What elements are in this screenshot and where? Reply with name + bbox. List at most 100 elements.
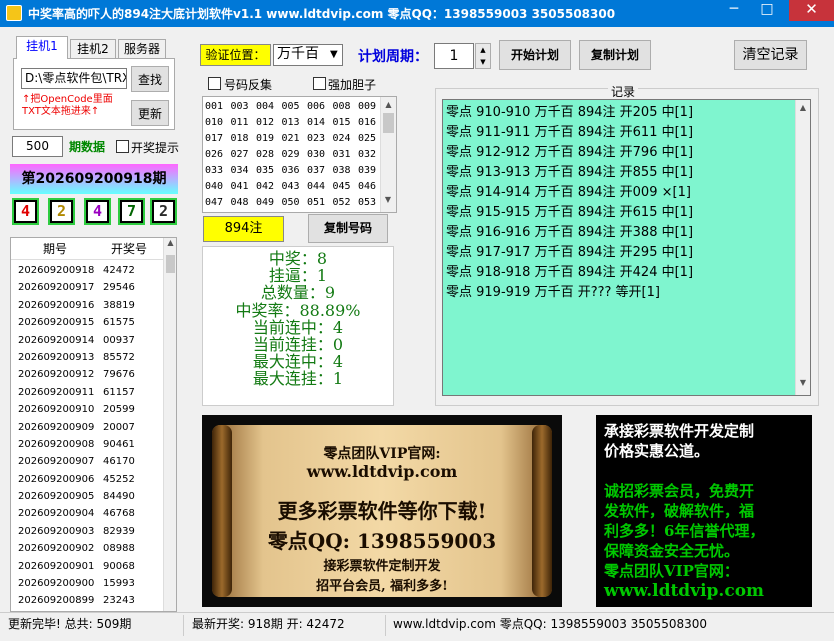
periods-input[interactable]: 500	[12, 136, 63, 157]
history-row[interactable]: 202609200918 42472	[11, 262, 176, 279]
reverse-checkbox[interactable]	[208, 77, 221, 90]
banner-left-line2: www.ldtdvip.com	[306, 462, 458, 481]
history-row[interactable]: 202609200908 90461	[11, 436, 176, 453]
cycle-input[interactable]: 1	[434, 43, 474, 69]
history-period: 202609200913	[18, 351, 95, 363]
history-result: 85572	[103, 351, 135, 363]
history-row[interactable]: 202609200903 82939	[11, 523, 176, 540]
clear-records-button[interactable]: 清空记录	[734, 40, 807, 70]
banner-left[interactable]: 零点团队VIP官网: www.ldtdvip.com 更多彩票软件等你下载! 零…	[202, 415, 562, 607]
prize-hint-checkbox[interactable]	[116, 140, 129, 153]
number-item: 045	[332, 181, 351, 192]
banner-left-line5: 接彩票软件定制开发	[323, 559, 441, 574]
banner-left-line1: 零点团队VIP官网:	[323, 446, 441, 462]
stat-line: 当前连中：4	[252, 317, 344, 337]
history-period: 202609200905	[18, 491, 95, 503]
hot-label: 强加胆子	[328, 78, 377, 92]
history-row[interactable]: 202609200907 46170	[11, 453, 176, 470]
banner-right-line8: www.ldtdvip.com	[604, 581, 765, 601]
history-row[interactable]: 202609200902 08988	[11, 540, 176, 557]
minimize-button[interactable]: ─	[719, 0, 749, 21]
history-row[interactable]: 202609200914 00937	[11, 332, 176, 349]
record-line: 零点 914-914 万千百 894注 开009 ×[1]	[446, 185, 691, 200]
history-row[interactable]: 202609200901 90068	[11, 558, 176, 575]
cycle-spinner[interactable]: ▲ ▼	[475, 43, 491, 69]
verify-select[interactable]: 万千百 ▼	[273, 44, 343, 66]
header-result: 开奖号	[111, 242, 148, 256]
ball-4: 7	[122, 202, 141, 221]
number-item: 040	[205, 181, 224, 192]
tab-server[interactable]: 服务器	[118, 39, 166, 60]
history-table[interactable]: 期号 开奖号 202609200918 42472 202609200917 2954…	[10, 237, 177, 612]
verify-select-value: 万千百	[277, 46, 319, 62]
copy-numbers-button[interactable]: 复制号码	[308, 214, 388, 243]
history-row[interactable]: 202609200904 46768	[11, 505, 176, 522]
spin-up-icon[interactable]: ▲	[476, 44, 490, 56]
history-row[interactable]: 202609200912 79676	[11, 366, 176, 383]
numbers-textarea[interactable]: 001 003 004 005 006 008 009010 011 012 013 014 015 0…	[202, 96, 397, 213]
history-row[interactable]: 202609200906 45252	[11, 471, 176, 488]
verify-label: 验证位置：	[200, 44, 271, 66]
history-scrollbar[interactable]: ▲	[163, 238, 176, 611]
path-input[interactable]: D:\零点软件包\TRX	[21, 68, 127, 89]
number-item: 013	[281, 117, 300, 128]
ball-1: 4	[16, 202, 35, 221]
number-item: 034	[230, 165, 249, 176]
update-button[interactable]: 更新	[131, 100, 169, 126]
number-item: 038	[332, 165, 351, 176]
number-item: 014	[307, 117, 326, 128]
history-row[interactable]: 202609200905 84490	[11, 488, 176, 505]
history-result: 84490	[103, 491, 135, 503]
number-item: 041	[230, 181, 249, 192]
records-scrollbar[interactable]: ▲ ▼	[795, 100, 810, 395]
maximize-button[interactable]: □	[752, 0, 782, 21]
stat-line: 中奖率：88.89%	[235, 300, 361, 320]
history-row[interactable]: 202609200913 85572	[11, 349, 176, 366]
ball-2: 2	[52, 202, 71, 221]
number-item: 018	[230, 133, 249, 144]
hot-checkbox[interactable]	[313, 77, 326, 90]
numbers-scrollbar[interactable]: ▲ ▼	[380, 97, 396, 212]
records-list[interactable]: 零点 910-910 万千百 894注 开205 中[1] 零点 911-911 …	[442, 99, 811, 396]
app-icon	[6, 5, 22, 21]
history-row[interactable]: 202609200917 29546	[11, 279, 176, 296]
banner-left-line3: 更多彩票软件等你下载!	[277, 499, 487, 523]
history-row[interactable]: 202609200916 38819	[11, 297, 176, 314]
number-item: 021	[281, 133, 300, 144]
record-line: 零点 918-918 万千百 894注 开424 中[1]	[446, 265, 694, 280]
history-result: 45252	[103, 473, 135, 485]
tab-guaji2[interactable]: 挂机2	[70, 39, 116, 60]
find-button[interactable]: 查找	[131, 66, 169, 92]
tab-guaji1[interactable]: 挂机1	[16, 36, 68, 59]
history-row[interactable]: 202609200915 61575	[11, 314, 176, 331]
history-result: 90068	[103, 560, 135, 572]
banner-right[interactable]: 承接彩票软件开发定制 价格实惠公道。 诚招彩票会员，免费开 发软件，破解软件，福…	[596, 415, 812, 607]
ball-3: 4	[88, 202, 107, 221]
number-item: 042	[256, 181, 275, 192]
number-item: 023	[307, 133, 326, 144]
number-item: 030	[307, 149, 326, 160]
number-item: 052	[332, 197, 351, 208]
number-item: 005	[281, 101, 300, 112]
history-row[interactable]: 202609200909 20007	[11, 419, 176, 436]
history-row[interactable]: 202609200899 23243	[11, 592, 176, 609]
history-row[interactable]: 202609200910 20599	[11, 401, 176, 418]
status-update: 更新完毕! 总共: 509期	[8, 615, 184, 636]
history-period: 202609200904	[18, 508, 95, 520]
record-line: 零点 919-919 万千百 开??? 等开[1]	[446, 285, 660, 300]
start-plan-button[interactable]: 开始计划	[499, 40, 571, 70]
history-row[interactable]: 202609200911 61157	[11, 384, 176, 401]
banner-left-line6: 招平台会员, 福利多多!	[316, 579, 448, 594]
number-item: 017	[205, 133, 224, 144]
banner-right-line7: 零点团队VIP官网：	[604, 562, 739, 580]
spin-down-icon[interactable]: ▼	[476, 56, 490, 68]
history-period: 202609200917	[18, 282, 95, 294]
number-item: 028	[256, 149, 275, 160]
chevron-down-icon: ▼	[330, 49, 338, 60]
history-row[interactable]: 202609200900 15993	[11, 575, 176, 592]
banner-right-line4: 发软件，破解软件，福	[604, 502, 755, 520]
history-period: 202609200914	[18, 334, 95, 346]
close-button[interactable]: ✕	[789, 0, 834, 21]
copy-plan-button[interactable]: 复制计划	[579, 40, 651, 70]
number-item: 029	[281, 149, 300, 160]
